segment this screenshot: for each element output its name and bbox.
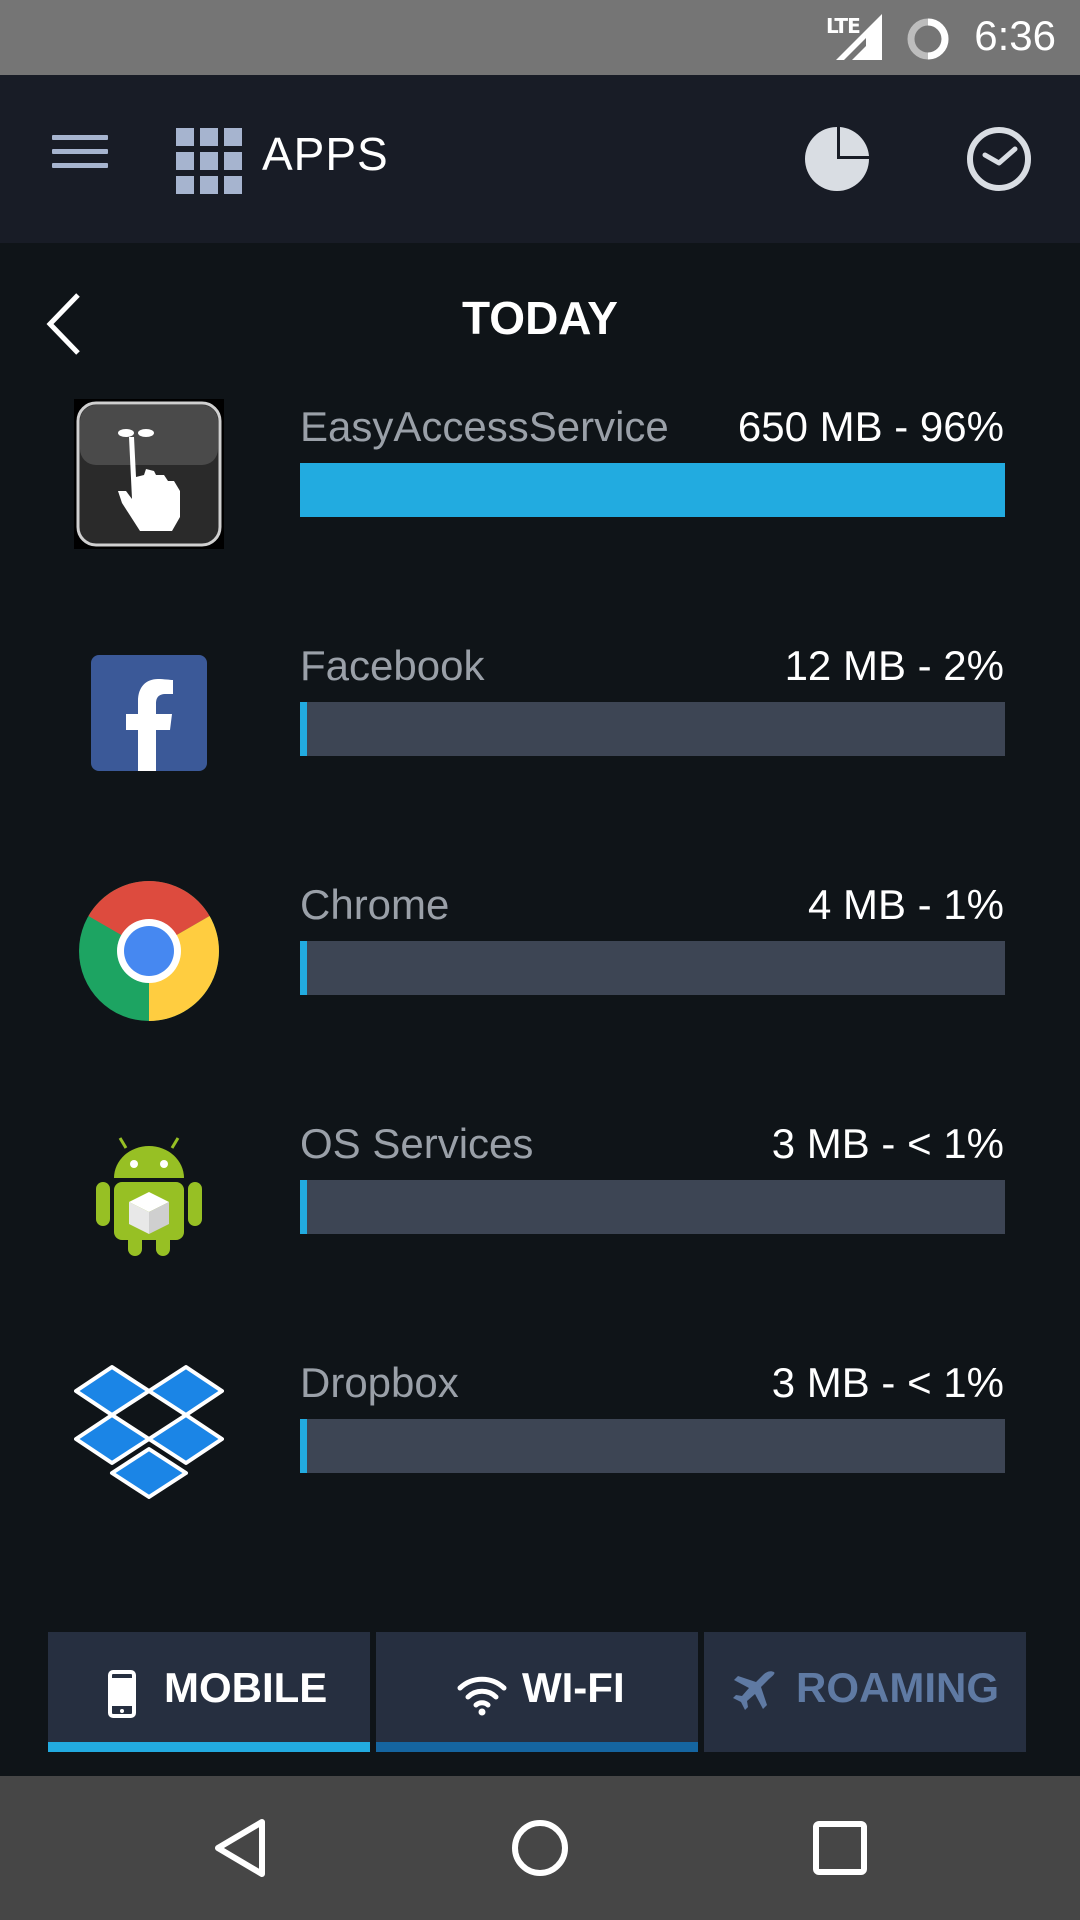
app-row-chrome[interactable]: Chrome 4 MB - 1% xyxy=(0,871,1080,1110)
wifi-icon xyxy=(457,1676,507,1716)
android-icon xyxy=(96,1137,202,1256)
network-tabs: MOBILE WI-FI ROAMING xyxy=(48,1632,1026,1752)
app-row-easyaccessservice[interactable]: EasyAccessService 650 MB - 96% xyxy=(0,393,1080,632)
app-usage: 3 MB - < 1% xyxy=(771,1359,1004,1406)
apps-grid-icon[interactable] xyxy=(176,128,242,194)
touch-hand-icon xyxy=(74,399,224,549)
usage-bar-fill xyxy=(300,1180,307,1234)
tab-label: WI-FI xyxy=(522,1664,625,1711)
usage-bar-fill xyxy=(300,463,1005,517)
usage-bar xyxy=(300,941,1005,995)
app-row-facebook[interactable]: Facebook 12 MB - 2% xyxy=(0,632,1080,871)
app-bar: APPS xyxy=(0,75,1080,243)
battery-icon xyxy=(907,18,949,60)
tab-indicator xyxy=(376,1742,698,1752)
period-title: TODAY xyxy=(462,292,618,344)
app-usage: 3 MB - < 1% xyxy=(771,1120,1004,1167)
dropbox-icon xyxy=(74,1365,224,1499)
facebook-icon xyxy=(91,655,207,771)
airplane-icon xyxy=(733,1671,775,1710)
usage-bar xyxy=(300,1180,1005,1234)
tab-roaming[interactable]: ROAMING xyxy=(704,1632,1026,1752)
usage-bar xyxy=(300,702,1005,756)
usage-bar-fill xyxy=(300,941,307,995)
pie-chart-icon[interactable] xyxy=(803,125,871,193)
app-name: OS Services xyxy=(300,1120,534,1167)
status-bar: LTE 6:36 xyxy=(0,0,1080,75)
usage-bar-fill xyxy=(300,1419,307,1473)
app-row-os-services[interactable]: OS Services 3 MB - < 1% xyxy=(0,1110,1080,1349)
chrome-icon xyxy=(79,881,219,1021)
app-name: Chrome xyxy=(300,881,450,928)
menu-icon[interactable] xyxy=(52,131,112,175)
tab-mobile[interactable]: MOBILE xyxy=(48,1632,370,1752)
tab-label: ROAMING xyxy=(796,1664,999,1711)
active-indicator xyxy=(48,1742,370,1752)
home-circle-icon[interactable] xyxy=(508,1816,572,1880)
recents-square-icon[interactable] xyxy=(808,1816,872,1880)
network-type: LTE xyxy=(826,14,861,38)
app-name: Facebook xyxy=(300,642,485,689)
usage-bar xyxy=(300,463,1005,517)
tab-wifi[interactable]: WI-FI xyxy=(376,1632,698,1752)
system-nav-bar xyxy=(0,1776,1080,1920)
status-clock: 6:36 xyxy=(974,12,1056,59)
app-usage: 650 MB - 96% xyxy=(737,403,1004,450)
back-triangle-icon[interactable] xyxy=(208,1816,272,1880)
history-clock-icon[interactable] xyxy=(965,125,1033,193)
tab-label: MOBILE xyxy=(164,1664,328,1711)
phone-icon xyxy=(108,1670,136,1718)
app-name: EasyAccessService xyxy=(300,403,669,450)
period-header: TODAY xyxy=(0,243,1080,393)
app-usage: 12 MB - 2% xyxy=(784,642,1004,689)
app-usage: 4 MB - 1% xyxy=(807,881,1004,928)
usage-bar-fill xyxy=(300,702,307,756)
usage-bar xyxy=(300,1419,1005,1473)
app-name: Dropbox xyxy=(300,1359,459,1406)
app-bar-title[interactable]: APPS xyxy=(262,127,389,181)
app-row-dropbox[interactable]: Dropbox 3 MB - < 1% xyxy=(0,1349,1080,1588)
